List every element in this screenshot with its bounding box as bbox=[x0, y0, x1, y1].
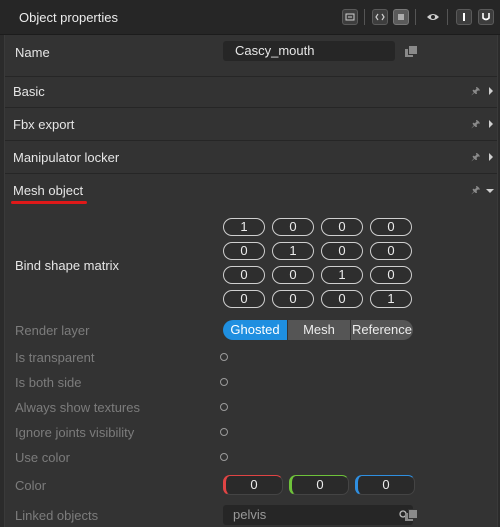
render-layer-mesh[interactable]: Mesh bbox=[287, 320, 351, 340]
render-layer-ghosted[interactable]: Ghosted bbox=[223, 320, 287, 340]
use-color-checkbox[interactable] bbox=[220, 453, 228, 461]
eye-icon[interactable] bbox=[425, 9, 441, 25]
color-red-field[interactable]: 0 bbox=[223, 475, 283, 495]
always-show-textures-checkbox[interactable] bbox=[220, 403, 228, 411]
chevron-right-icon[interactable] bbox=[489, 153, 493, 161]
annotation-underline bbox=[11, 201, 87, 204]
is-transparent-label: Is transparent bbox=[15, 350, 95, 365]
section-mesh-object[interactable]: Mesh object 🖈 bbox=[5, 175, 497, 207]
matrix-cell[interactable]: 0 bbox=[272, 266, 314, 284]
matrix-cell[interactable]: 1 bbox=[321, 266, 363, 284]
matrix-cell[interactable]: 0 bbox=[370, 242, 412, 260]
section-manipulator-locker[interactable]: Manipulator locker 🖈 bbox=[5, 142, 497, 174]
section-label: Basic bbox=[13, 84, 45, 99]
chevron-right-icon[interactable] bbox=[489, 120, 493, 128]
matrix-cell[interactable]: 0 bbox=[321, 218, 363, 236]
italic-i-icon[interactable] bbox=[456, 9, 472, 25]
properties-panel: Name Cascy_mouth Basic 🖈 Fbx export 🖈 Ma… bbox=[4, 35, 498, 527]
copy-icon[interactable] bbox=[405, 45, 418, 57]
chevron-right-icon[interactable] bbox=[489, 87, 493, 95]
ignore-joints-visibility-checkbox[interactable] bbox=[220, 428, 228, 436]
ignore-joints-visibility-label: Ignore joints visibility bbox=[15, 425, 135, 440]
toolbar-separator bbox=[415, 9, 416, 25]
matrix-cell[interactable]: 0 bbox=[370, 266, 412, 284]
chevron-down-icon[interactable] bbox=[486, 189, 494, 193]
toolbar-separator bbox=[364, 9, 365, 25]
is-both-side-label: Is both side bbox=[15, 375, 82, 390]
section-basic[interactable]: Basic 🖈 bbox=[5, 76, 497, 108]
name-label: Name bbox=[15, 45, 50, 60]
bind-shape-matrix-label: Bind shape matrix bbox=[15, 258, 120, 273]
matrix-cell[interactable]: 0 bbox=[223, 266, 265, 284]
matrix-cell[interactable]: 1 bbox=[370, 290, 412, 308]
matrix-cell[interactable]: 0 bbox=[321, 290, 363, 308]
matrix-cell[interactable]: 1 bbox=[223, 218, 265, 236]
toolbar-separator bbox=[447, 9, 448, 25]
linked-objects-label: Linked objects bbox=[15, 508, 99, 523]
color-blue-field[interactable]: 0 bbox=[355, 475, 415, 495]
title-bar: Object properties bbox=[0, 0, 500, 35]
render-layer-reference[interactable]: Reference bbox=[351, 320, 413, 340]
code-icon[interactable] bbox=[372, 9, 388, 25]
always-show-textures-label: Always show textures bbox=[15, 400, 140, 415]
linked-objects-field[interactable]: pelvis bbox=[223, 505, 413, 525]
name-row: Name Cascy_mouth bbox=[5, 35, 497, 77]
matrix-cell[interactable]: 0 bbox=[223, 290, 265, 308]
is-transparent-checkbox[interactable] bbox=[220, 353, 228, 361]
window-title: Object properties bbox=[19, 10, 118, 25]
list-icon[interactable] bbox=[393, 9, 409, 25]
copy-icon[interactable] bbox=[405, 509, 418, 521]
section-label: Fbx export bbox=[13, 117, 75, 132]
underline-u-icon[interactable] bbox=[478, 9, 494, 25]
matrix-cell[interactable]: 0 bbox=[223, 242, 265, 260]
section-label: Mesh object bbox=[13, 183, 84, 198]
matrix-cell[interactable]: 0 bbox=[272, 218, 314, 236]
use-color-label: Use color bbox=[15, 450, 70, 465]
matrix-cell[interactable]: 1 bbox=[272, 242, 314, 260]
pin-icon[interactable]: 🖈 bbox=[471, 120, 481, 130]
render-layer-label: Render layer bbox=[15, 323, 90, 338]
section-fbx-export[interactable]: Fbx export 🖈 bbox=[5, 109, 497, 141]
is-both-side-checkbox[interactable] bbox=[220, 378, 228, 386]
pin-icon[interactable]: 🖈 bbox=[471, 87, 481, 97]
color-label: Color bbox=[15, 478, 47, 493]
linked-objects-value: pelvis bbox=[233, 507, 267, 522]
name-field[interactable]: Cascy_mouth bbox=[223, 41, 395, 61]
color-green-field[interactable]: 0 bbox=[289, 475, 349, 495]
pin-icon[interactable]: 🖈 bbox=[471, 186, 481, 196]
section-label: Manipulator locker bbox=[13, 150, 120, 165]
pin-icon[interactable]: 🖈 bbox=[471, 153, 481, 163]
matrix-cell[interactable]: 0 bbox=[321, 242, 363, 260]
matrix-cell[interactable]: 0 bbox=[272, 290, 314, 308]
panel-icon[interactable] bbox=[342, 9, 358, 25]
matrix-cell[interactable]: 0 bbox=[370, 218, 412, 236]
